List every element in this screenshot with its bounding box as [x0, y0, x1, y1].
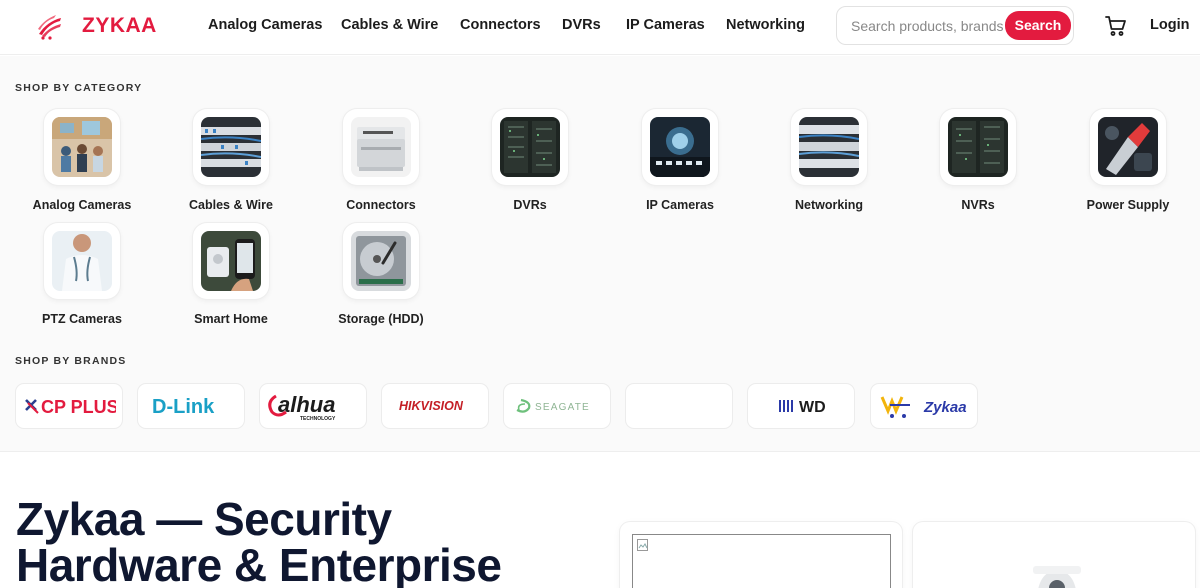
- category-label: IP Cameras: [646, 198, 714, 212]
- shop-by-category-title: SHOP BY CATEGORY: [15, 82, 143, 94]
- ip-cameras-image: [650, 117, 710, 177]
- brand-name: ZYKAA: [82, 14, 157, 37]
- login-link[interactable]: Login: [1150, 17, 1189, 33]
- nav-connectors[interactable]: Connectors: [460, 17, 541, 33]
- category-label: Connectors: [346, 198, 416, 212]
- broken-image: [632, 534, 891, 588]
- category-thumb: [193, 223, 269, 299]
- cp-plus-logo: CP PLUS: [25, 397, 116, 417]
- category-thumb: [492, 109, 568, 185]
- brand-subtext: TECHNOLOGY: [300, 416, 336, 422]
- top-header: ZYKAA Analog Cameras Cables & Wire Conne…: [0, 0, 1200, 55]
- brand-zykaa[interactable]: Zykaa: [871, 384, 977, 428]
- category-ip-cameras[interactable]: IP Cameras: [610, 109, 750, 212]
- nav-cables-wire[interactable]: Cables & Wire: [341, 17, 438, 33]
- smart-home-image: [201, 231, 261, 291]
- category-thumb: [940, 109, 1016, 185]
- broken-image-icon: [637, 539, 648, 551]
- hero-title-line-1: Zykaa — Security: [16, 493, 392, 545]
- category-label: Networking: [794, 198, 864, 212]
- search-input[interactable]: [851, 16, 1011, 36]
- brand-logo[interactable]: ZYKAA: [36, 12, 157, 40]
- category-thumb: [343, 109, 419, 185]
- brand-blank[interactable]: [626, 384, 732, 428]
- hero-title: Zykaa — Security Hardware & Enterprise: [16, 493, 502, 588]
- zykaa-logo: Zykaa: [880, 396, 967, 418]
- category-label: Cables & Wire: [189, 198, 273, 212]
- category-thumb: [193, 109, 269, 185]
- hero-title-line-2: Hardware & Enterprise: [16, 539, 502, 588]
- brand-wd[interactable]: WD: [748, 384, 854, 428]
- category-analog-cameras[interactable]: Analog Cameras: [12, 109, 152, 212]
- dome-camera-image: [1033, 566, 1081, 588]
- hikvision-logo: HIKVISION: [399, 399, 464, 413]
- brand-name: alhua: [278, 392, 335, 417]
- storage-hdd-image: [351, 231, 411, 291]
- category-label: Power Supply: [1086, 198, 1170, 212]
- cart-icon[interactable]: [1104, 14, 1128, 38]
- ptz-cameras-image: [52, 231, 112, 291]
- category-cables-wire[interactable]: Cables & Wire: [161, 109, 301, 212]
- dahua-logo: alhua TECHNOLOGY: [268, 392, 336, 422]
- category-section: SHOP BY CATEGORY Analog Cameras Cables &…: [0, 56, 1200, 452]
- dvrs-image: [500, 117, 560, 177]
- search-bar: Search: [836, 6, 1074, 45]
- logo-mark-icon: [38, 15, 61, 40]
- category-label: NVRs: [961, 198, 995, 212]
- brand-cp-plus[interactable]: CP PLUS: [16, 384, 122, 428]
- search-button[interactable]: Search: [1005, 11, 1071, 40]
- category-ptz-cameras[interactable]: PTZ Cameras: [12, 223, 152, 326]
- nav-dvrs[interactable]: DVRs: [562, 17, 601, 33]
- brand-hikvision[interactable]: HIKVISION: [382, 384, 488, 428]
- category-networking[interactable]: Networking: [759, 109, 899, 212]
- product-card[interactable]: [913, 522, 1195, 588]
- nav-analog-cameras[interactable]: Analog Cameras: [208, 17, 322, 33]
- category-power-supply[interactable]: Power Supply: [1058, 109, 1198, 212]
- category-label: Smart Home: [194, 312, 268, 326]
- category-label: Storage (HDD): [338, 312, 424, 326]
- networking-image: [798, 117, 860, 177]
- category-thumb: [642, 109, 718, 185]
- brand-name: CP PLUS: [41, 397, 116, 417]
- category-storage-hdd[interactable]: Storage (HDD): [311, 223, 451, 326]
- power-supply-image: [1098, 117, 1158, 177]
- hero-image-card[interactable]: [620, 522, 902, 588]
- brand-name: Zykaa: [923, 399, 967, 416]
- wd-logo: WD: [779, 399, 826, 416]
- shop-by-brands-title: SHOP BY BRANDS: [15, 355, 127, 367]
- brand-dahua[interactable]: alhua TECHNOLOGY: [260, 384, 366, 428]
- nav-networking[interactable]: Networking: [726, 17, 805, 33]
- nvrs-image: [948, 117, 1008, 177]
- nav-ip-cameras[interactable]: IP Cameras: [626, 17, 705, 33]
- category-thumb: [44, 109, 120, 185]
- category-connectors[interactable]: Connectors: [311, 109, 451, 212]
- brand-name: HIKVISION: [399, 399, 464, 413]
- category-thumb: [343, 223, 419, 299]
- seagate-logo: SEAGATE: [516, 398, 590, 413]
- category-nvrs[interactable]: NVRs: [908, 109, 1048, 212]
- category-thumb: [791, 109, 867, 185]
- category-label: PTZ Cameras: [42, 312, 122, 326]
- cables-wire-image: [200, 117, 262, 177]
- d-link-logo: D-Link: [152, 396, 215, 418]
- brand-seagate[interactable]: SEAGATE: [504, 384, 610, 428]
- category-label: DVRs: [513, 198, 547, 212]
- category-label: Analog Cameras: [32, 198, 132, 212]
- category-dvrs[interactable]: DVRs: [460, 109, 600, 212]
- analog-cameras-image: [52, 117, 112, 177]
- connectors-image: [351, 117, 411, 177]
- category-smart-home[interactable]: Smart Home: [161, 223, 301, 326]
- brand-name: D-Link: [152, 396, 215, 418]
- brand-name: WD: [799, 399, 826, 416]
- category-thumb: [1090, 109, 1166, 185]
- brand-name: SEAGATE: [535, 402, 590, 413]
- brand-d-link[interactable]: D-Link: [138, 384, 244, 428]
- category-thumb: [44, 223, 120, 299]
